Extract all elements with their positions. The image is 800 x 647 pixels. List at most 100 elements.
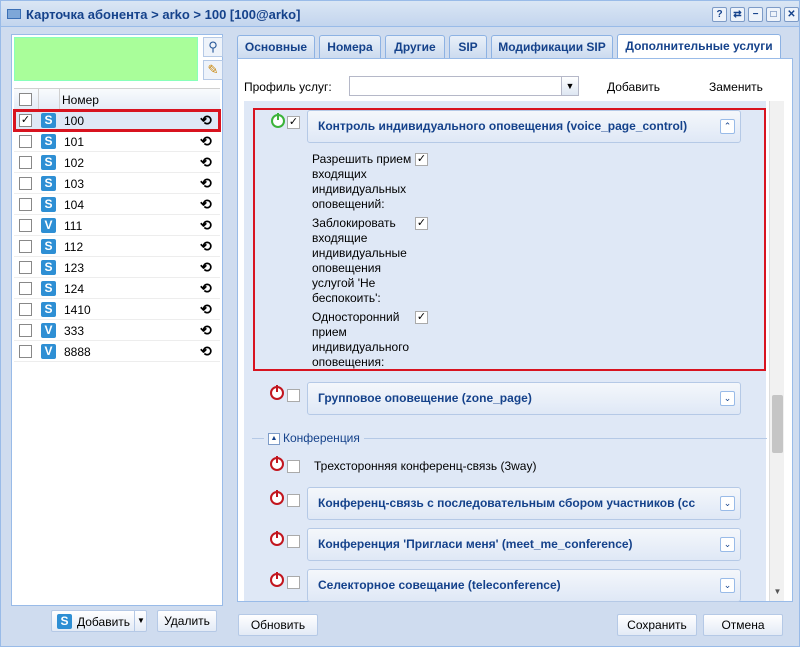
row-checkbox[interactable] <box>19 282 32 295</box>
teleconf-checkbox[interactable] <box>287 576 300 589</box>
virtual-icon: V <box>41 344 56 359</box>
profile-select[interactable]: ▼ <box>349 76 579 96</box>
history-icon[interactable]: ⟲ <box>200 175 212 192</box>
power-icon[interactable] <box>270 572 284 587</box>
profile-add-button[interactable]: Добавить <box>607 80 660 94</box>
history-icon[interactable]: ⟲ <box>200 133 212 150</box>
meet-me-header[interactable]: Конференция 'Пригласи меня' (meet_me_con… <box>307 528 741 561</box>
number-cell: 1410 <box>64 303 91 317</box>
table-row[interactable]: S 102 ⟲ <box>14 152 220 173</box>
table-row[interactable]: S 104 ⟲ <box>14 194 220 215</box>
row-checkbox[interactable]: ✓ <box>19 114 32 127</box>
history-icon[interactable]: ⟲ <box>200 280 212 297</box>
table-row[interactable]: V 8888 ⟲ <box>14 341 220 362</box>
meet-me-checkbox[interactable] <box>287 535 300 548</box>
grid-header: Номер <box>14 88 220 111</box>
row-checkbox[interactable] <box>19 198 32 211</box>
table-row[interactable]: S 123 ⟲ <box>14 257 220 278</box>
profile-replace-button[interactable]: Заменить <box>709 80 763 94</box>
select-all-checkbox[interactable] <box>19 93 32 106</box>
column-number[interactable]: Номер <box>62 93 99 107</box>
tab-strip: Основные Номера Другие SIP Модификации S… <box>237 34 793 59</box>
tab-sip[interactable]: SIP <box>449 35 487 58</box>
refresh-button[interactable]: Обновить <box>238 614 318 636</box>
expand-icon[interactable]: ⌄ <box>720 391 735 406</box>
scroll-down-icon[interactable]: ▼ <box>770 587 785 599</box>
table-row[interactable]: ✓ S 100 ⟲ <box>13 109 221 132</box>
table-row[interactable]: V 333 ⟲ <box>14 320 220 341</box>
number-cell: 101 <box>64 135 85 149</box>
tab-numbers[interactable]: Номера <box>319 35 381 58</box>
scroll-thumb[interactable] <box>772 395 783 453</box>
history-icon[interactable]: ⟲ <box>200 238 212 255</box>
pencil-icon[interactable]: ✎ <box>203 60 223 80</box>
row-checkbox[interactable] <box>19 345 32 358</box>
chevron-down-icon[interactable]: ▼ <box>561 77 578 95</box>
number-cell: 8888 <box>64 345 91 359</box>
row-checkbox[interactable] <box>19 156 32 169</box>
history-icon[interactable]: ⟲ <box>200 196 212 213</box>
history-icon[interactable]: ⟲ <box>200 343 212 360</box>
number-list-panel: ⚲ ✎ Номер ✓ S 100 ⟲ S 101 ⟲ S 102 ⟲ S 103 ⟲ S 104 ⟲ V 111… <box>11 34 223 606</box>
history-icon[interactable]: ⟲ <box>200 301 212 318</box>
row-checkbox[interactable] <box>19 303 32 316</box>
row-checkbox[interactable] <box>19 219 32 232</box>
table-row[interactable]: S 112 ⟲ <box>14 236 220 257</box>
row-checkbox[interactable] <box>19 240 32 253</box>
add-number-button[interactable]: S Добавить ▼ <box>51 610 147 632</box>
tab-sip-modifications[interactable]: Модификации SIP <box>491 35 613 58</box>
row-checkbox[interactable] <box>19 135 32 148</box>
history-icon[interactable]: ⟲ <box>200 154 212 171</box>
power-icon[interactable] <box>270 531 284 546</box>
power-icon[interactable] <box>270 490 284 505</box>
history-icon[interactable]: ⟲ <box>200 322 212 339</box>
history-icon[interactable]: ⟲ <box>200 217 212 234</box>
row-checkbox[interactable] <box>19 324 32 337</box>
expand-icon[interactable]: ⌄ <box>720 496 735 511</box>
tab-additional-services[interactable]: Дополнительные услуги <box>617 34 781 59</box>
expand-icon[interactable]: ⌄ <box>720 578 735 593</box>
cancel-button[interactable]: Отмена <box>703 614 783 636</box>
table-row[interactable]: V 111 ⟲ <box>14 215 220 236</box>
three-way-checkbox[interactable] <box>287 460 300 473</box>
table-row[interactable]: S 1410 ⟲ <box>14 299 220 320</box>
row-checkbox[interactable] <box>19 261 32 274</box>
teleconf-header[interactable]: Селекторное совещание (teleconference) <box>307 569 741 602</box>
table-row[interactable]: S 103 ⟲ <box>14 173 220 194</box>
search-area[interactable] <box>14 37 198 81</box>
maximize-button[interactable]: □ <box>766 7 781 22</box>
number-cell: 112 <box>64 240 84 254</box>
save-button[interactable]: Сохранить <box>617 614 697 636</box>
sip-icon: S <box>41 260 56 275</box>
refresh-window-button[interactable]: ⇄ <box>730 7 745 22</box>
history-icon[interactable]: ⟲ <box>200 112 212 129</box>
tab-other[interactable]: Другие <box>385 35 445 58</box>
tab-basic[interactable]: Основные <box>237 35 315 58</box>
sip-icon: S <box>41 281 56 296</box>
minimize-button[interactable]: − <box>748 7 763 22</box>
window-icon <box>7 9 21 19</box>
conference-legend[interactable]: ▲ Конференция <box>264 431 364 445</box>
zone-page-checkbox[interactable] <box>287 389 300 402</box>
seq-conf-header[interactable]: Конференц-связь с последовательным сборо… <box>307 487 741 520</box>
table-row[interactable]: S 124 ⟲ <box>14 278 220 299</box>
help-button[interactable]: ? <box>712 7 727 22</box>
row-checkbox[interactable] <box>19 177 32 190</box>
expand-icon[interactable]: ⌄ <box>720 537 735 552</box>
power-icon[interactable] <box>270 456 284 471</box>
search-icon[interactable]: ⚲ <box>203 37 223 57</box>
sip-icon: S <box>41 197 56 212</box>
seq-conf-checkbox[interactable] <box>287 494 300 507</box>
title-bar: Карточка абонента > arko > 100 [100@arko… <box>1 1 799 27</box>
chevron-down-icon[interactable]: ▼ <box>134 611 147 631</box>
number-cell: 111 <box>64 219 83 233</box>
profile-label: Профиль услуг: <box>244 80 332 94</box>
zone-page-header[interactable]: Групповое оповещение (zone_page) <box>307 382 741 415</box>
table-row[interactable]: S 101 ⟲ <box>14 131 220 152</box>
close-button[interactable]: ✕ <box>784 7 799 22</box>
collapse-icon[interactable]: ▲ <box>268 432 280 445</box>
services-scrollbar[interactable]: ▼ <box>769 101 784 601</box>
delete-button[interactable]: Удалить <box>157 610 217 632</box>
power-icon[interactable] <box>270 385 284 400</box>
history-icon[interactable]: ⟲ <box>200 259 212 276</box>
